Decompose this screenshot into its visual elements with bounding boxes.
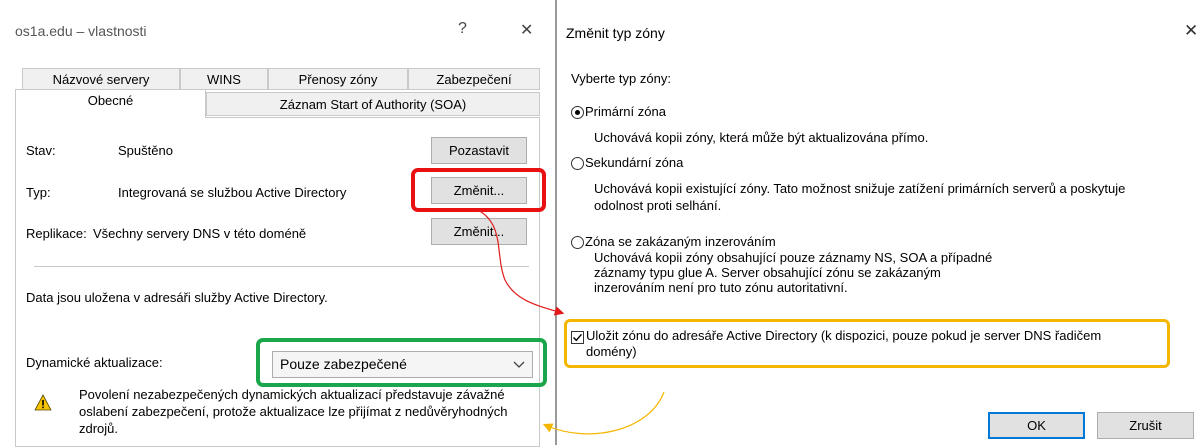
cancel-button[interactable]: Zrušit <box>1097 412 1194 439</box>
change-type-highlight <box>411 168 546 212</box>
divider <box>34 266 529 267</box>
stub-zone-radio[interactable] <box>571 236 584 249</box>
replication-label: Replikace: <box>26 226 87 241</box>
replication-value: Všechny servery DNS v této doméně <box>93 226 307 241</box>
store-in-ad-highlight <box>564 319 1170 368</box>
dialog-title: Změnit typ zóny <box>566 25 665 41</box>
tab-zone-transfers[interactable]: Přenosy zóny <box>268 68 408 90</box>
ok-button[interactable]: OK <box>988 412 1085 439</box>
close-icon[interactable]: ✕ <box>520 20 533 40</box>
tab-wins[interactable]: WINS <box>180 68 268 90</box>
type-value: Integrovaná se službou Active Directory <box>118 185 347 200</box>
tab-name-servers[interactable]: Názvové servery <box>22 68 180 90</box>
stub-zone-description: Uchovává kopii zóny obsahující pouze záz… <box>594 250 993 295</box>
primary-zone-description: Uchovává kopii zóny, která může být aktu… <box>594 130 929 145</box>
primary-zone-label[interactable]: Primární zóna <box>585 104 666 119</box>
close-icon[interactable]: ✕ <box>1184 21 1198 41</box>
secondary-zone-label[interactable]: Sekundární zóna <box>585 155 683 170</box>
tab-general[interactable]: Obecné <box>15 89 206 118</box>
warning-text: Povolení nezabezpečených dynamických akt… <box>79 387 508 436</box>
dialog-title: os1a.edu – vlastnosti <box>15 23 147 39</box>
zone-type-prompt: Vyberte typ zóny: <box>571 71 671 86</box>
stub-zone-label[interactable]: Zóna se zakázaným inzerováním <box>585 234 776 249</box>
secondary-zone-radio[interactable] <box>571 157 584 170</box>
help-button[interactable]: ? <box>458 20 467 38</box>
status-value: Spuštěno <box>118 143 173 158</box>
status-label: Stav: <box>26 143 56 158</box>
tab-soa[interactable]: Záznam Start of Authority (SOA) <box>206 92 540 116</box>
type-label: Typ: <box>26 185 51 200</box>
pause-button[interactable]: Pozastavit <box>431 137 527 164</box>
change-zone-type-dialog: Změnit typ zóny ✕ Vyberte typ zóny: Prim… <box>557 0 1204 445</box>
zone-properties-dialog: os1a.edu – vlastnosti ? ✕ Názvové server… <box>0 0 555 447</box>
storage-info: Data jsou uložena v adresáři služby Acti… <box>26 290 328 305</box>
dynamic-updates-label: Dynamické aktualizace: <box>26 355 163 370</box>
secondary-zone-description: Uchovává kopii existující zóny. Tato mož… <box>594 181 1126 213</box>
change-replication-button[interactable]: Změnit... <box>431 218 527 245</box>
tab-security[interactable]: Zabezpečení <box>408 68 540 90</box>
dynamic-updates-highlight <box>256 338 547 387</box>
warning-icon <box>34 394 52 414</box>
primary-zone-radio[interactable] <box>571 106 584 119</box>
